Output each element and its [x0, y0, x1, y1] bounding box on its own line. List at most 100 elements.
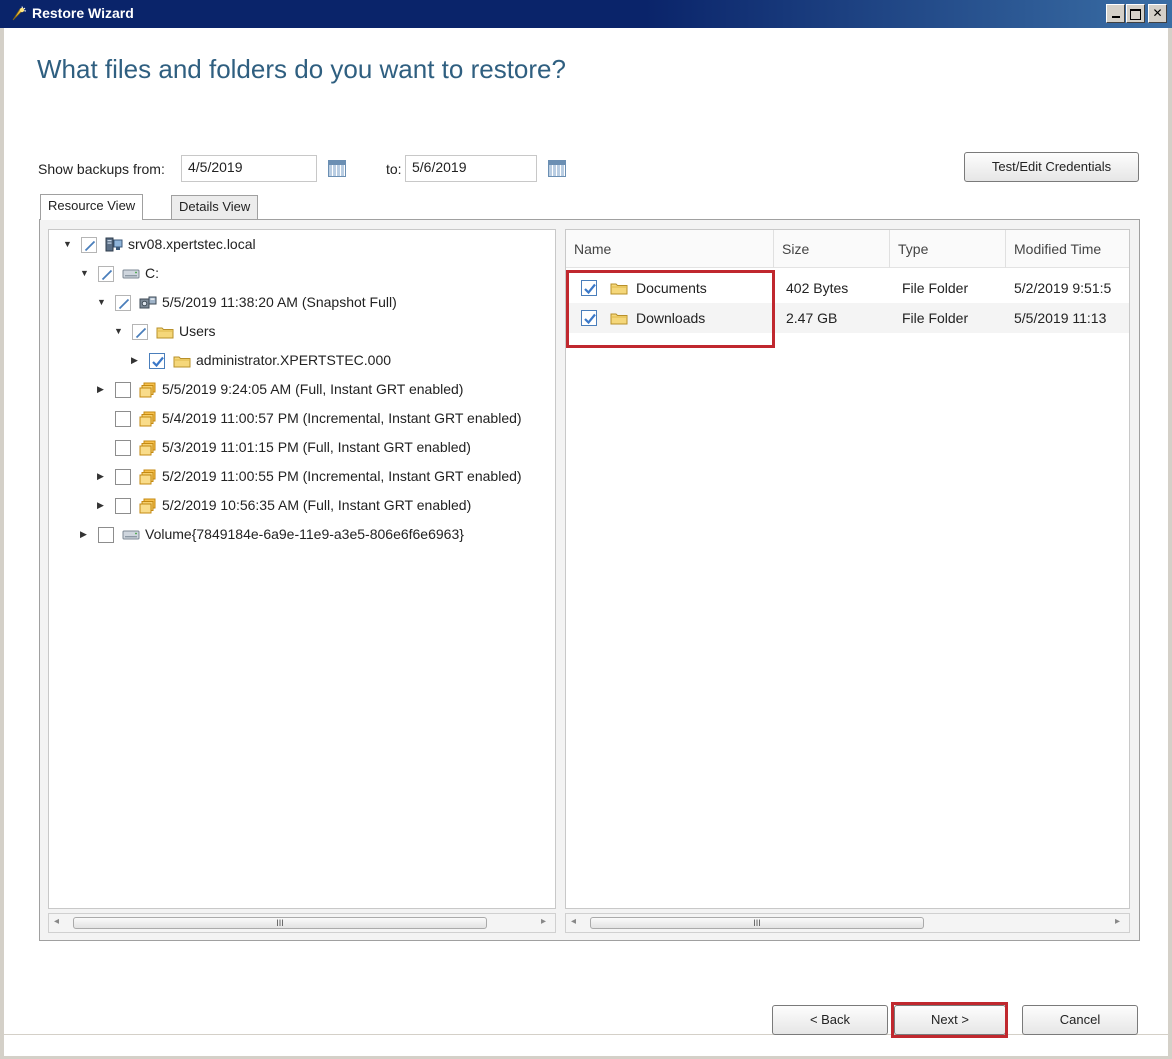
- minimize-button[interactable]: [1106, 4, 1125, 23]
- tree-node-checkbox[interactable]: [115, 469, 131, 485]
- backup-tree-pane[interactable]: ▼ srv08.xpertstec.local ▼ C: ▼ 5/5/2019 11:38…: [48, 229, 556, 909]
- file-size: 402 Bytes: [786, 280, 849, 296]
- tab-resource-view[interactable]: Resource View: [40, 194, 144, 220]
- file-list-horizontal-scrollbar[interactable]: ◂ III ▸: [565, 913, 1130, 933]
- maximize-icon: [1130, 9, 1141, 20]
- tree-node[interactable]: ▶ administrator.XPERTSTEC.000: [49, 350, 555, 374]
- drive-icon: [122, 527, 140, 543]
- tree-node-checkbox[interactable]: [115, 440, 131, 456]
- expand-arrow-icon[interactable]: ▶: [131, 355, 141, 365]
- file-row-checkbox[interactable]: [581, 310, 597, 326]
- backup-set-icon: [139, 440, 157, 456]
- tree-node-label: Users: [179, 323, 216, 339]
- collapse-arrow-icon[interactable]: ▼: [80, 268, 90, 278]
- tree-node-label: 5/5/2019 9:24:05 AM (Full, Instant GRT e…: [162, 381, 464, 397]
- file-list-pane[interactable]: Name Size Type Modified Time Documents 40…: [565, 229, 1130, 909]
- scroll-right-icon[interactable]: ▸: [541, 916, 546, 927]
- test-edit-credentials-button[interactable]: Test/Edit Credentials: [964, 152, 1139, 182]
- column-header-type[interactable]: Type: [890, 230, 1006, 268]
- tree-node[interactable]: ▼ srv08.xpertstec.local: [49, 234, 555, 258]
- column-header-modified-time[interactable]: Modified Time: [1006, 230, 1129, 268]
- close-icon: ✕: [1152, 6, 1163, 20]
- tree-node-label: C:: [145, 265, 159, 281]
- file-row[interactable]: Documents 402 Bytes File Folder 5/2/2019 9:…: [566, 273, 1129, 303]
- backup-set-icon: [139, 411, 157, 427]
- tree-node-label: 5/4/2019 11:00:57 PM (Incremental, Insta…: [162, 410, 522, 426]
- tree-node-checkbox[interactable]: [115, 411, 131, 427]
- tab-details-view[interactable]: Details View: [171, 195, 259, 219]
- tree-node-checkbox[interactable]: [98, 527, 114, 543]
- collapse-arrow-icon[interactable]: ▼: [63, 239, 73, 249]
- to-date-input[interactable]: 5/6/2019: [405, 155, 537, 182]
- server-icon: [105, 237, 123, 253]
- from-date-input[interactable]: 4/5/2019: [181, 155, 317, 182]
- file-modified-time: 5/5/2019 11:13: [1014, 310, 1107, 326]
- to-calendar-icon[interactable]: [548, 160, 566, 177]
- tree-horizontal-scrollbar[interactable]: ◂ III ▸: [48, 913, 556, 933]
- column-header-name[interactable]: Name: [566, 230, 774, 268]
- file-row[interactable]: Downloads 2.47 GB File Folder 5/5/2019 11:1…: [566, 303, 1129, 333]
- tree-node[interactable]: ▶ 5/2/2019 10:56:35 AM (Full, Instant GRT…: [49, 495, 555, 519]
- scroll-left-icon[interactable]: ◂: [54, 916, 59, 927]
- expand-arrow-icon[interactable]: ▶: [80, 529, 90, 539]
- back-button[interactable]: < Back: [772, 1005, 888, 1035]
- tree-node[interactable]: 5/4/2019 11:00:57 PM (Incremental, Insta…: [49, 408, 555, 432]
- tree-scroll-thumb[interactable]: III: [73, 917, 487, 929]
- backup-set-icon: [139, 382, 157, 398]
- collapse-arrow-icon[interactable]: ▼: [114, 326, 124, 336]
- maximize-button[interactable]: [1126, 4, 1145, 23]
- tree-node-checkbox[interactable]: [115, 295, 131, 311]
- file-type: File Folder: [902, 310, 969, 326]
- file-type: File Folder: [902, 280, 969, 296]
- snapshot-icon: [139, 295, 157, 311]
- page-title: What files and folders do you want to re…: [37, 54, 566, 84]
- expand-arrow-icon[interactable]: ▶: [97, 384, 107, 394]
- tree-node[interactable]: ▼ 5/5/2019 11:38:20 AM (Snapshot Full): [49, 292, 555, 316]
- file-name: Documents: [636, 280, 707, 296]
- tree-node-label: administrator.XPERTSTEC.000: [196, 352, 392, 368]
- tree-node[interactable]: ▶ Volume{7849184e-6a9e-11e9-a3e5-806e6f6e…: [49, 524, 555, 548]
- file-row-checkbox[interactable]: [581, 280, 597, 296]
- expand-arrow-icon[interactable]: ▶: [97, 500, 107, 510]
- tree-node[interactable]: 5/3/2019 11:01:15 PM (Full, Instant GRT …: [49, 437, 555, 461]
- drive-icon: [122, 266, 140, 282]
- minimize-icon: [1111, 16, 1120, 18]
- scroll-left-icon[interactable]: ◂: [571, 916, 576, 927]
- tree-node-label: Volume{7849184e-6a9e-11e9-a3e5-806e6f6e6…: [145, 526, 464, 542]
- tree-node-label: 5/2/2019 11:00:55 PM (Incremental, Insta…: [162, 468, 522, 484]
- wizard-app-icon: [12, 6, 27, 21]
- title-bar[interactable]: Restore Wizard ✕: [0, 0, 1172, 28]
- tree-node-checkbox[interactable]: [81, 237, 97, 253]
- tree-node-label: 5/3/2019 11:01:15 PM (Full, Instant GRT …: [162, 439, 471, 455]
- tree-node[interactable]: ▶ 5/5/2019 9:24:05 AM (Full, Instant GRT …: [49, 379, 555, 403]
- window-title: Restore Wizard: [32, 5, 134, 21]
- folder-icon: [173, 353, 191, 369]
- scroll-right-icon[interactable]: ▸: [1115, 916, 1120, 927]
- tree-node-label: 5/2/2019 10:56:35 AM (Full, Instant GRT …: [162, 497, 472, 513]
- close-button[interactable]: ✕: [1148, 4, 1167, 23]
- tree-node[interactable]: ▶ 5/2/2019 11:00:55 PM (Incremental, Inst…: [49, 466, 555, 490]
- backup-set-icon: [139, 498, 157, 514]
- tree-node-checkbox[interactable]: [132, 324, 148, 340]
- backup-set-icon: [139, 469, 157, 485]
- folder-icon: [610, 280, 628, 296]
- column-header-size[interactable]: Size: [774, 230, 890, 268]
- tree-node-checkbox[interactable]: [115, 498, 131, 514]
- tree-node[interactable]: ▼ Users: [49, 321, 555, 345]
- to-label: to:: [386, 161, 402, 177]
- cancel-button[interactable]: Cancel: [1022, 1005, 1138, 1035]
- tree-node-checkbox[interactable]: [115, 382, 131, 398]
- tree-node[interactable]: ▼ C:: [49, 263, 555, 287]
- tree-node-label: 5/5/2019 11:38:20 AM (Snapshot Full): [162, 294, 397, 310]
- collapse-arrow-icon[interactable]: ▼: [97, 297, 107, 307]
- file-name: Downloads: [636, 310, 706, 326]
- tree-node-checkbox[interactable]: [98, 266, 114, 282]
- tree-node-checkbox[interactable]: [149, 353, 165, 369]
- file-list-scroll-thumb[interactable]: III: [590, 917, 924, 929]
- file-size: 2.47 GB: [786, 310, 838, 326]
- tree-node-label: srv08.xpertstec.local: [128, 236, 256, 252]
- from-calendar-icon[interactable]: [328, 160, 346, 177]
- expand-arrow-icon[interactable]: ▶: [97, 471, 107, 481]
- folder-icon: [156, 324, 174, 340]
- next-button[interactable]: Next >: [894, 1005, 1006, 1035]
